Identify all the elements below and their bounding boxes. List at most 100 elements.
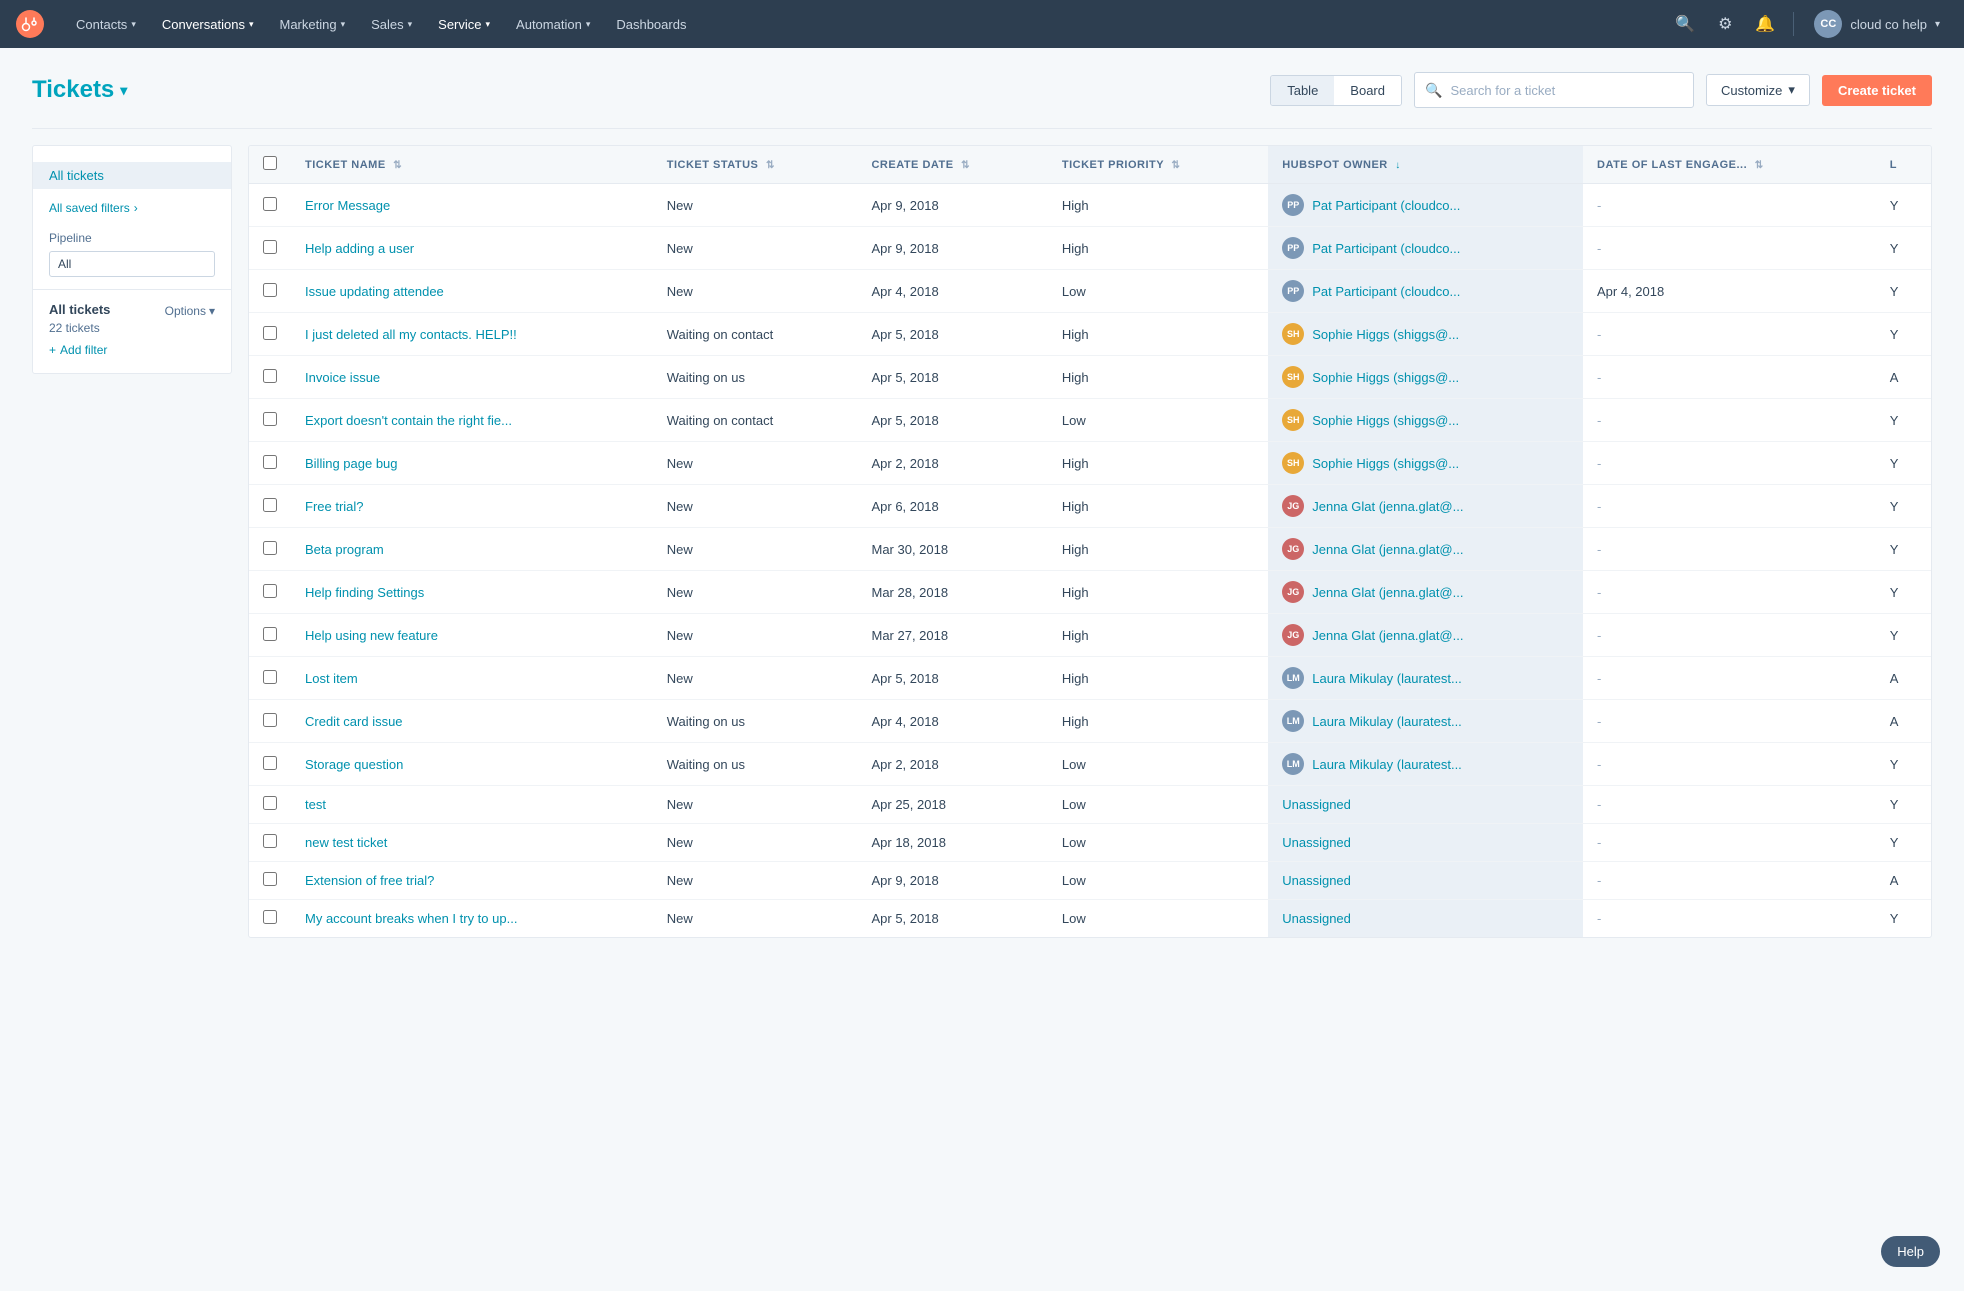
board-view-button[interactable]: Board [1334,76,1401,105]
table-row: Help finding SettingsNewMar 28, 2018High… [249,571,1931,614]
add-filter-button[interactable]: + Add filter [49,343,215,357]
create-ticket-button[interactable]: Create ticket [1822,75,1932,106]
ticket-name-link[interactable]: Free trial? [305,499,525,514]
create-date-cell: Apr 9, 2018 [857,184,1047,227]
search-input[interactable] [1450,83,1683,98]
row-checkbox[interactable] [263,910,277,924]
title-chevron-icon[interactable]: ▾ [120,82,127,99]
sidebar-item-all-tickets[interactable]: All tickets [33,162,231,189]
table-view-button[interactable]: Table [1271,76,1334,105]
owner-name[interactable]: Laura Mikulay (lauratest... [1312,757,1462,772]
options-button[interactable]: Options ▾ [165,304,215,318]
row-checkbox[interactable] [263,713,277,727]
nav-service[interactable]: Service ▾ [426,11,502,38]
ticket-name-cell: Help using new feature [291,614,653,657]
row-checkbox[interactable] [263,197,277,211]
row-checkbox[interactable] [263,283,277,297]
ticket-name-link[interactable]: Help adding a user [305,241,525,256]
ticket-name-link[interactable]: Help finding Settings [305,585,525,600]
col-ticket-status[interactable]: TICKET STATUS ⇅ [653,146,858,184]
nav-marketing[interactable]: Marketing ▾ [267,11,357,38]
ticket-name-link[interactable]: Issue updating attendee [305,284,525,299]
row-checkbox[interactable] [263,541,277,555]
row-checkbox[interactable] [263,756,277,770]
owner-name[interactable]: Laura Mikulay (lauratest... [1312,714,1462,729]
hubspot-logo[interactable] [16,10,44,38]
ticket-name-link[interactable]: Error Message [305,198,525,213]
nav-sales[interactable]: Sales ▾ [359,11,424,38]
owner-name[interactable]: Sophie Higgs (shiggs@... [1312,456,1459,471]
owner-name[interactable]: Sophie Higgs (shiggs@... [1312,413,1459,428]
owner-unassigned[interactable]: Unassigned [1282,911,1351,926]
select-all-checkbox[interactable] [263,156,277,170]
owner-name[interactable]: Jenna Glat (jenna.glat@... [1312,628,1463,643]
nav-conversations[interactable]: Conversations ▾ [150,11,266,38]
pipeline-select[interactable]: All Support Pipeline Sales Pipeline [49,251,215,277]
ticket-name-link[interactable]: Billing page bug [305,456,525,471]
row-checkbox[interactable] [263,584,277,598]
ticket-name-link[interactable]: Help using new feature [305,628,525,643]
col-ticket-priority[interactable]: TICKET PRIORITY ⇅ [1048,146,1268,184]
owner-name[interactable]: Pat Participant (cloudco... [1312,241,1460,256]
owner-cell: LMLaura Mikulay (lauratest... [1282,753,1569,775]
row-checkbox[interactable] [263,627,277,641]
owner-unassigned[interactable]: Unassigned [1282,873,1351,888]
table-row: Lost itemNewApr 5, 2018HighLMLaura Mikul… [249,657,1931,700]
row-checkbox[interactable] [263,326,277,340]
owner-cell: JG Jenna Glat (jenna.glat@... [1282,495,1569,517]
nav-dashboards[interactable]: Dashboards [604,11,698,38]
owner-name[interactable]: Jenna Glat (jenna.glat@... [1312,499,1463,514]
row-checkbox[interactable] [263,834,277,848]
row-checkbox[interactable] [263,455,277,469]
hubspot-owner-cell: PPPat Participant (cloudco... [1268,184,1583,227]
row-checkbox-cell [249,786,291,824]
ticket-name-link[interactable]: My account breaks when I try to up... [305,911,525,926]
saved-filters-link[interactable]: All saved filters › [33,197,231,219]
row-checkbox[interactable] [263,872,277,886]
owner-avatar: JG [1282,495,1304,517]
ticket-name-link[interactable]: test [305,797,525,812]
ticket-name-link[interactable]: I just deleted all my contacts. HELP!! [305,327,525,342]
owner-name[interactable]: Laura Mikulay (lauratest... [1312,671,1462,686]
ticket-name-cell: Issue updating attendee [291,270,653,313]
ticket-name-link[interactable]: Invoice issue [305,370,525,385]
row-checkbox[interactable] [263,369,277,383]
owner-name[interactable]: Sophie Higgs (shiggs@... [1312,327,1459,342]
owner-name[interactable]: Pat Participant (cloudco... [1312,198,1460,213]
col-hubspot-owner[interactable]: HUBSPOT OWNER ↓ [1268,146,1583,184]
col-ticket-name[interactable]: TICKET NAME ⇅ [291,146,653,184]
row-checkbox[interactable] [263,412,277,426]
ticket-name-link[interactable]: Beta program [305,542,525,557]
owner-name[interactable]: Pat Participant (cloudco... [1312,284,1460,299]
nav-automation[interactable]: Automation ▾ [504,11,602,38]
owner-name[interactable]: Jenna Glat (jenna.glat@... [1312,585,1463,600]
nav-contacts[interactable]: Contacts ▾ [64,11,148,38]
select-all-column[interactable] [249,146,291,184]
ticket-status-cell: New [653,270,858,313]
user-menu[interactable]: CC cloud co help ▾ [1806,6,1948,42]
ticket-name-link[interactable]: Storage question [305,757,525,772]
row-checkbox[interactable] [263,240,277,254]
ticket-name-cell: test [291,786,653,824]
help-button[interactable]: Help [1881,1236,1940,1267]
customize-button[interactable]: Customize ▾ [1706,74,1810,106]
last-engage-cell: - [1583,571,1876,614]
ticket-name-link[interactable]: Export doesn't contain the right fie... [305,413,525,428]
ticket-name-link[interactable]: Extension of free trial? [305,873,525,888]
row-checkbox[interactable] [263,796,277,810]
ticket-name-link[interactable]: Credit card issue [305,714,525,729]
row-checkbox[interactable] [263,670,277,684]
notifications-icon[interactable]: 🔔 [1749,8,1781,40]
search-icon[interactable]: 🔍 [1669,8,1701,40]
row-checkbox-cell [249,743,291,786]
owner-name[interactable]: Sophie Higgs (shiggs@... [1312,370,1459,385]
settings-icon[interactable]: ⚙ [1709,8,1741,40]
row-checkbox[interactable] [263,498,277,512]
ticket-name-link[interactable]: Lost item [305,671,525,686]
owner-name[interactable]: Jenna Glat (jenna.glat@... [1312,542,1463,557]
ticket-name-link[interactable]: new test ticket [305,835,525,850]
owner-unassigned[interactable]: Unassigned [1282,797,1351,812]
col-last-engage[interactable]: DATE OF LAST ENGAGE... ⇅ [1583,146,1876,184]
col-create-date[interactable]: CREATE DATE ⇅ [857,146,1047,184]
owner-unassigned[interactable]: Unassigned [1282,835,1351,850]
